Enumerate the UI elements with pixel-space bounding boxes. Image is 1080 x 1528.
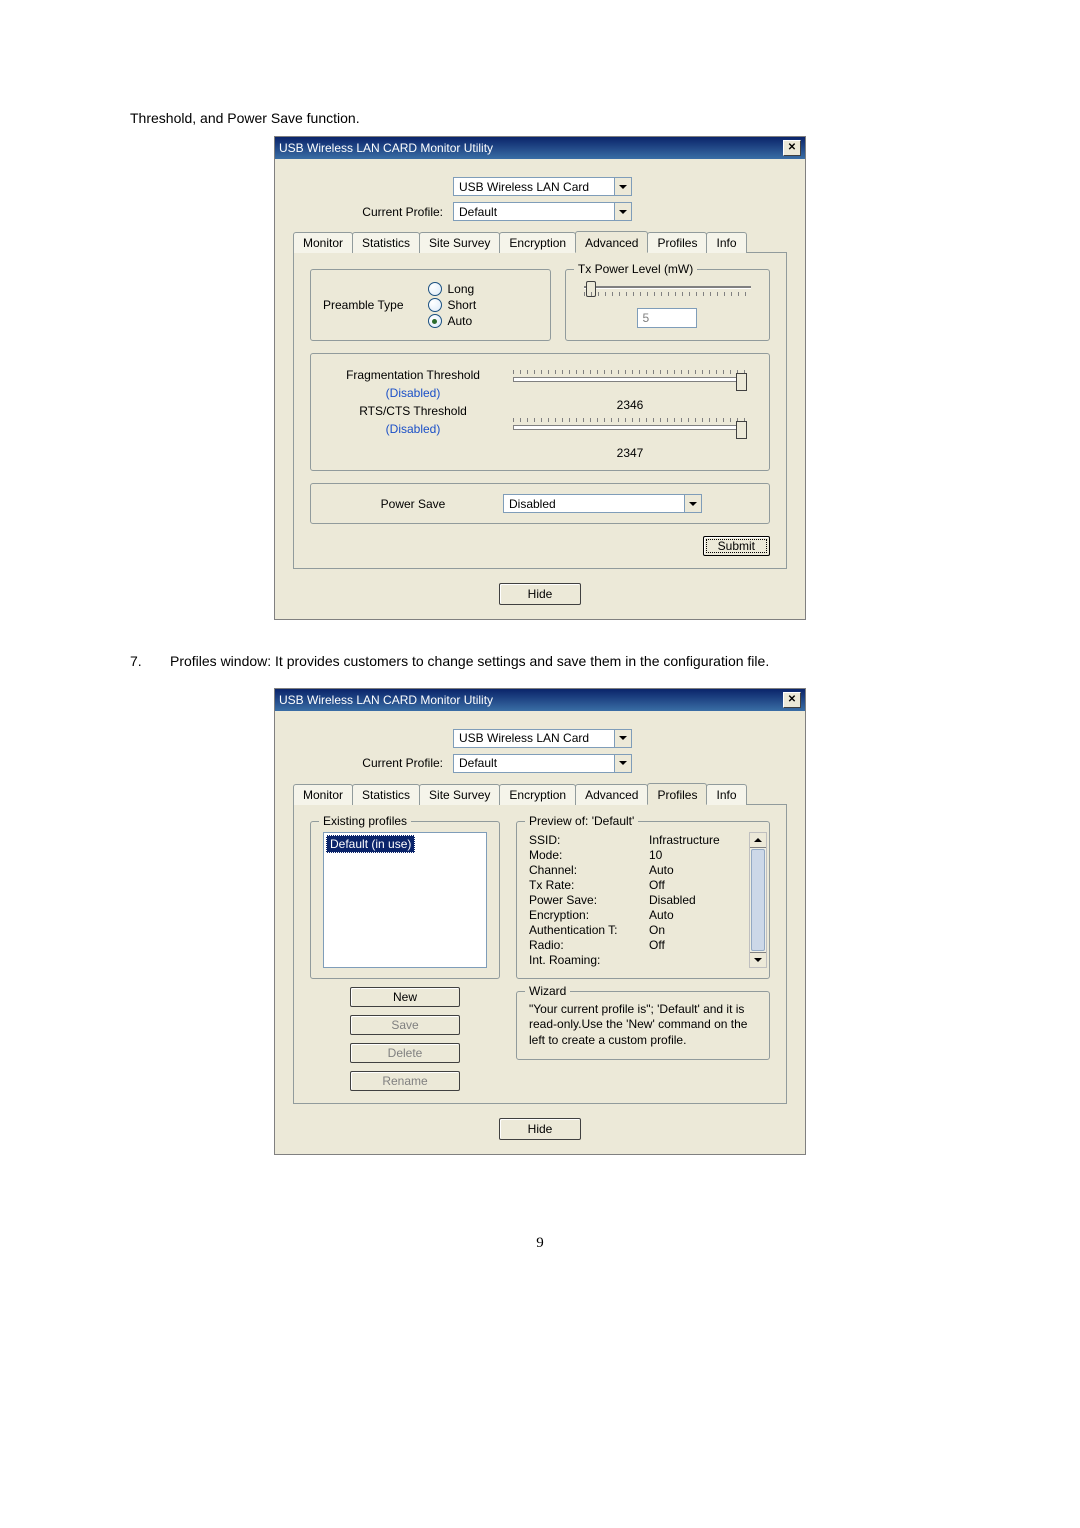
new-button[interactable]: New xyxy=(350,987,460,1007)
save-button[interactable]: Save xyxy=(350,1015,460,1035)
wizard-group: Wizard "Your current profile is"; 'Defau… xyxy=(516,991,770,1060)
submit-button[interactable]: Submit xyxy=(703,536,770,556)
delete-button[interactable]: Delete xyxy=(350,1043,460,1063)
tab-profiles[interactable]: Profiles xyxy=(647,232,707,253)
preview-group: Preview of: 'Default' SSID: Mode: Channe… xyxy=(516,821,770,979)
thresholds-group: Fragmentation Threshold (Disabled) RTS/C… xyxy=(310,353,770,471)
preview-scrollbar[interactable] xyxy=(749,832,767,968)
tab-advanced[interactable]: Advanced xyxy=(575,231,648,253)
power-save-label: Power Save xyxy=(323,497,503,511)
power-save-dropdown[interactable]: Disabled xyxy=(503,494,702,513)
frag-disabled: (Disabled) xyxy=(323,386,503,400)
titlebar: USB Wireless LAN CARD Monitor Utility ✕ xyxy=(275,137,805,159)
intro-text: Threshold, and Power Save function. xyxy=(130,110,950,126)
radio-icon xyxy=(428,282,442,296)
tab-monitor[interactable]: Monitor xyxy=(293,784,353,805)
tab-strip: Monitor Statistics Site Survey Encryptio… xyxy=(293,231,787,253)
preamble-group: Preamble Type Long Short Auto xyxy=(310,269,551,341)
card-dropdown[interactable]: USB Wireless LAN Card xyxy=(453,729,632,748)
tab-encryption[interactable]: Encryption xyxy=(499,784,576,805)
scroll-down-icon[interactable] xyxy=(750,952,766,967)
tab-site-survey[interactable]: Site Survey xyxy=(419,232,500,253)
chevron-down-icon[interactable] xyxy=(614,203,631,220)
scroll-up-icon[interactable] xyxy=(750,833,766,848)
list-text: Profiles window: It provides customers t… xyxy=(170,650,950,674)
current-profile-label: Current Profile: xyxy=(293,205,453,219)
radio-short[interactable]: Short xyxy=(428,298,477,312)
profile-dropdown[interactable]: Default xyxy=(453,202,632,221)
chevron-down-icon[interactable] xyxy=(684,495,701,512)
preview-legend: Preview of: 'Default' xyxy=(525,814,638,828)
tab-strip: Monitor Statistics Site Survey Encryptio… xyxy=(293,783,787,805)
window-title: USB Wireless LAN CARD Monitor Utility xyxy=(279,141,493,155)
page-number: 9 xyxy=(130,1235,950,1252)
tab-advanced[interactable]: Advanced xyxy=(575,784,648,805)
frag-value: 2346 xyxy=(503,398,757,412)
profile-dropdown[interactable]: Default xyxy=(453,754,632,773)
tab-statistics[interactable]: Statistics xyxy=(352,784,420,805)
tx-power-slider[interactable] xyxy=(584,284,751,302)
frag-slider[interactable] xyxy=(513,370,747,392)
rename-button[interactable]: Rename xyxy=(350,1071,460,1091)
card-dropdown-value: USB Wireless LAN Card xyxy=(454,731,614,745)
power-save-group: Power Save Disabled xyxy=(310,483,770,524)
radio-icon xyxy=(428,314,442,328)
rts-disabled: (Disabled) xyxy=(323,422,503,436)
power-save-value: Disabled xyxy=(504,497,684,511)
existing-profiles-group: Existing profiles Default (in use) xyxy=(310,821,500,979)
card-dropdown[interactable]: USB Wireless LAN Card xyxy=(453,177,632,196)
tx-power-value[interactable] xyxy=(637,308,697,328)
preview-values: Infrastructure 10 Auto Off Disabled Auto… xyxy=(649,832,720,968)
close-icon[interactable]: ✕ xyxy=(783,692,801,708)
preview-keys: SSID: Mode: Channel: Tx Rate: Power Save… xyxy=(529,832,649,968)
tx-power-group: Tx Power Level (mW) xyxy=(565,269,770,341)
tx-power-legend: Tx Power Level (mW) xyxy=(574,262,697,276)
radio-icon xyxy=(428,298,442,312)
chevron-down-icon[interactable] xyxy=(614,755,631,772)
rts-threshold-label: RTS/CTS Threshold xyxy=(323,404,503,418)
radio-long[interactable]: Long xyxy=(428,282,477,296)
rts-value: 2347 xyxy=(503,446,757,460)
rts-slider[interactable] xyxy=(513,418,747,440)
tab-profiles[interactable]: Profiles xyxy=(647,783,707,805)
hide-button[interactable]: Hide xyxy=(499,1118,582,1140)
profile-dropdown-value: Default xyxy=(454,205,614,219)
list-number: 7. xyxy=(130,650,170,674)
monitor-utility-dialog-advanced: USB Wireless LAN CARD Monitor Utility ✕ … xyxy=(274,136,806,620)
tab-info[interactable]: Info xyxy=(706,784,746,805)
close-icon[interactable]: ✕ xyxy=(783,140,801,156)
hide-button[interactable]: Hide xyxy=(499,583,582,605)
current-profile-label: Current Profile: xyxy=(293,756,453,770)
scroll-thumb[interactable] xyxy=(751,849,765,951)
chevron-down-icon[interactable] xyxy=(614,730,631,747)
window-title: USB Wireless LAN CARD Monitor Utility xyxy=(279,693,493,707)
profiles-listbox[interactable]: Default (in use) xyxy=(323,832,487,968)
titlebar: USB Wireless LAN CARD Monitor Utility ✕ xyxy=(275,689,805,711)
card-dropdown-value: USB Wireless LAN Card xyxy=(454,180,614,194)
tab-info[interactable]: Info xyxy=(706,232,746,253)
existing-profiles-legend: Existing profiles xyxy=(319,814,411,828)
list-item[interactable]: Default (in use) xyxy=(326,835,415,853)
tab-encryption[interactable]: Encryption xyxy=(499,232,576,253)
monitor-utility-dialog-profiles: USB Wireless LAN CARD Monitor Utility ✕ … xyxy=(274,688,806,1155)
tab-site-survey[interactable]: Site Survey xyxy=(419,784,500,805)
profile-dropdown-value: Default xyxy=(454,756,614,770)
wizard-legend: Wizard xyxy=(525,984,570,1000)
chevron-down-icon[interactable] xyxy=(614,178,631,195)
tab-statistics[interactable]: Statistics xyxy=(352,232,420,253)
wizard-text: "Your current profile is"; 'Default' and… xyxy=(529,1002,757,1049)
radio-auto[interactable]: Auto xyxy=(428,314,477,328)
frag-threshold-label: Fragmentation Threshold xyxy=(323,368,503,382)
tab-monitor[interactable]: Monitor xyxy=(293,232,353,253)
preamble-label: Preamble Type xyxy=(323,298,404,312)
